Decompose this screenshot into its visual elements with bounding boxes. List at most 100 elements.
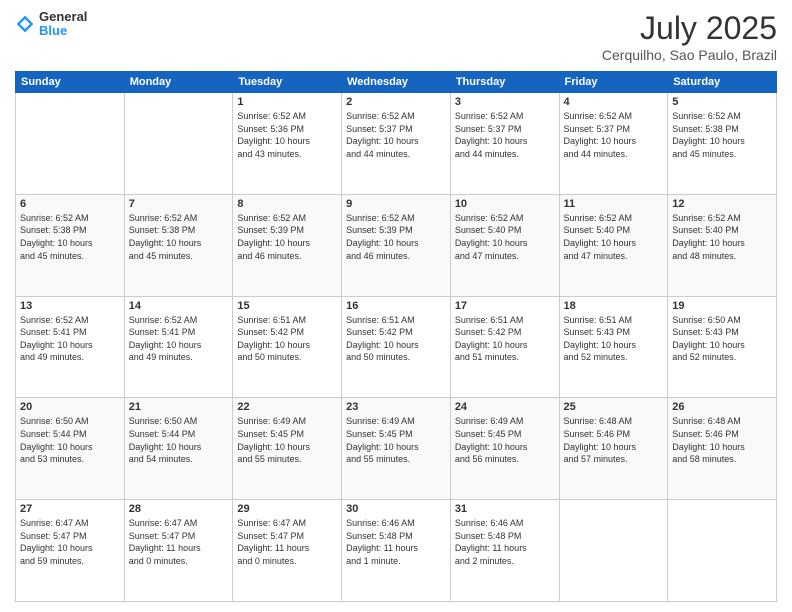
day-info: Sunrise: 6:52 AM Sunset: 5:41 PM Dayligh…	[20, 314, 120, 364]
calendar-cell: 24 Sunrise: 6:49 AM Sunset: 5:45 PM Dayli…	[450, 398, 559, 500]
day-info: Sunrise: 6:48 AM Sunset: 5:46 PM Dayligh…	[672, 415, 772, 465]
calendar-day-header: Thursday	[450, 72, 559, 93]
logo-icon	[15, 14, 35, 34]
calendar-week-row: 27 Sunrise: 6:47 AM Sunset: 5:47 PM Dayli…	[16, 500, 777, 602]
day-number: 9	[346, 198, 446, 210]
title-block: July 2025 Cerquilho, Sao Paulo, Brazil	[602, 10, 777, 63]
day-info: Sunrise: 6:51 AM Sunset: 5:42 PM Dayligh…	[237, 314, 337, 364]
calendar-cell: 23 Sunrise: 6:49 AM Sunset: 5:45 PM Dayli…	[342, 398, 451, 500]
calendar-cell	[16, 93, 125, 195]
day-number: 29	[237, 503, 337, 515]
day-number: 11	[564, 198, 664, 210]
calendar-cell: 14 Sunrise: 6:52 AM Sunset: 5:41 PM Dayli…	[124, 296, 233, 398]
calendar-day-header: Friday	[559, 72, 668, 93]
day-info: Sunrise: 6:51 AM Sunset: 5:42 PM Dayligh…	[455, 314, 555, 364]
day-number: 24	[455, 401, 555, 413]
calendar-cell: 3 Sunrise: 6:52 AM Sunset: 5:37 PM Daylig…	[450, 93, 559, 195]
logo: General Blue	[15, 10, 87, 39]
day-info: Sunrise: 6:48 AM Sunset: 5:46 PM Dayligh…	[564, 415, 664, 465]
day-number: 21	[129, 401, 229, 413]
day-info: Sunrise: 6:52 AM Sunset: 5:37 PM Dayligh…	[346, 110, 446, 160]
day-info: Sunrise: 6:46 AM Sunset: 5:48 PM Dayligh…	[346, 517, 446, 567]
logo-line2: Blue	[39, 24, 87, 38]
calendar-day-header: Saturday	[668, 72, 777, 93]
logo-text: General Blue	[39, 10, 87, 39]
day-number: 27	[20, 503, 120, 515]
calendar-cell: 21Sunrise: 6:50 AM Sunset: 5:44 PM Dayli…	[124, 398, 233, 500]
calendar-day-header: Sunday	[16, 72, 125, 93]
location: Cerquilho, Sao Paulo, Brazil	[602, 47, 777, 63]
day-info: Sunrise: 6:50 AM Sunset: 5:43 PM Dayligh…	[672, 314, 772, 364]
day-info: Sunrise: 6:52 AM Sunset: 5:36 PM Dayligh…	[237, 110, 337, 160]
month-title: July 2025	[602, 10, 777, 47]
calendar-cell: 30 Sunrise: 6:46 AM Sunset: 5:48 PM Dayli…	[342, 500, 451, 602]
day-number: 16	[346, 300, 446, 312]
calendar-cell: 28 Sunrise: 6:47 AM Sunset: 5:47 PM Dayli…	[124, 500, 233, 602]
day-info: Sunrise: 6:49 AM Sunset: 5:45 PM Dayligh…	[346, 415, 446, 465]
day-number: 22	[237, 401, 337, 413]
calendar-cell: 9 Sunrise: 6:52 AM Sunset: 5:39 PM Daylig…	[342, 194, 451, 296]
calendar-cell: 29 Sunrise: 6:47 AM Sunset: 5:47 PM Dayli…	[233, 500, 342, 602]
day-number: 23	[346, 401, 446, 413]
calendar-header-row: SundayMondayTuesdayWednesdayThursdayFrid…	[16, 72, 777, 93]
calendar-cell: 10 Sunrise: 6:52 AM Sunset: 5:40 PM Dayli…	[450, 194, 559, 296]
calendar-cell: 8 Sunrise: 6:52 AM Sunset: 5:39 PM Daylig…	[233, 194, 342, 296]
day-number: 14	[129, 300, 229, 312]
day-info: Sunrise: 6:51 AM Sunset: 5:42 PM Dayligh…	[346, 314, 446, 364]
day-number: 5	[672, 96, 772, 108]
calendar-cell: 22 Sunrise: 6:49 AM Sunset: 5:45 PM Dayli…	[233, 398, 342, 500]
calendar-cell	[668, 500, 777, 602]
day-info: Sunrise: 6:51 AM Sunset: 5:43 PM Dayligh…	[564, 314, 664, 364]
page: General Blue July 2025 Cerquilho, Sao Pa…	[0, 0, 792, 612]
day-number: 15	[237, 300, 337, 312]
calendar-week-row: 1Sunrise: 6:52 AM Sunset: 5:36 PM Daylig…	[16, 93, 777, 195]
calendar-cell: 26 Sunrise: 6:48 AM Sunset: 5:46 PM Dayli…	[668, 398, 777, 500]
logo-line1: General	[39, 10, 87, 24]
day-info: Sunrise: 6:52 AM Sunset: 5:38 PM Dayligh…	[20, 212, 120, 262]
header: General Blue July 2025 Cerquilho, Sao Pa…	[15, 10, 777, 63]
calendar-cell: 31Sunrise: 6:46 AM Sunset: 5:48 PM Dayli…	[450, 500, 559, 602]
day-number: 2	[346, 96, 446, 108]
calendar-cell: 27 Sunrise: 6:47 AM Sunset: 5:47 PM Dayli…	[16, 500, 125, 602]
calendar-cell: 17Sunrise: 6:51 AM Sunset: 5:42 PM Dayli…	[450, 296, 559, 398]
day-number: 28	[129, 503, 229, 515]
calendar-cell: 12Sunrise: 6:52 AM Sunset: 5:40 PM Dayli…	[668, 194, 777, 296]
day-info: Sunrise: 6:52 AM Sunset: 5:39 PM Dayligh…	[237, 212, 337, 262]
calendar-cell: 7 Sunrise: 6:52 AM Sunset: 5:38 PM Daylig…	[124, 194, 233, 296]
day-info: Sunrise: 6:52 AM Sunset: 5:38 PM Dayligh…	[129, 212, 229, 262]
calendar-cell: 11 Sunrise: 6:52 AM Sunset: 5:40 PM Dayli…	[559, 194, 668, 296]
day-info: Sunrise: 6:52 AM Sunset: 5:37 PM Dayligh…	[455, 110, 555, 160]
day-info: Sunrise: 6:49 AM Sunset: 5:45 PM Dayligh…	[237, 415, 337, 465]
day-info: Sunrise: 6:47 AM Sunset: 5:47 PM Dayligh…	[237, 517, 337, 567]
day-number: 10	[455, 198, 555, 210]
calendar-cell: 1Sunrise: 6:52 AM Sunset: 5:36 PM Daylig…	[233, 93, 342, 195]
day-number: 30	[346, 503, 446, 515]
calendar-cell: 16 Sunrise: 6:51 AM Sunset: 5:42 PM Dayli…	[342, 296, 451, 398]
day-number: 8	[237, 198, 337, 210]
day-number: 18	[564, 300, 664, 312]
day-info: Sunrise: 6:52 AM Sunset: 5:40 PM Dayligh…	[564, 212, 664, 262]
day-number: 19	[672, 300, 772, 312]
day-number: 4	[564, 96, 664, 108]
calendar-cell: 20Sunrise: 6:50 AM Sunset: 5:44 PM Dayli…	[16, 398, 125, 500]
day-info: Sunrise: 6:47 AM Sunset: 5:47 PM Dayligh…	[20, 517, 120, 567]
calendar-cell: 13 Sunrise: 6:52 AM Sunset: 5:41 PM Dayli…	[16, 296, 125, 398]
day-number: 12	[672, 198, 772, 210]
day-info: Sunrise: 6:52 AM Sunset: 5:37 PM Dayligh…	[564, 110, 664, 160]
calendar-cell: 4 Sunrise: 6:52 AM Sunset: 5:37 PM Daylig…	[559, 93, 668, 195]
day-number: 3	[455, 96, 555, 108]
calendar-cell: 6Sunrise: 6:52 AM Sunset: 5:38 PM Daylig…	[16, 194, 125, 296]
day-info: Sunrise: 6:52 AM Sunset: 5:38 PM Dayligh…	[672, 110, 772, 160]
day-info: Sunrise: 6:52 AM Sunset: 5:41 PM Dayligh…	[129, 314, 229, 364]
day-info: Sunrise: 6:47 AM Sunset: 5:47 PM Dayligh…	[129, 517, 229, 567]
day-number: 31	[455, 503, 555, 515]
day-info: Sunrise: 6:49 AM Sunset: 5:45 PM Dayligh…	[455, 415, 555, 465]
day-info: Sunrise: 6:52 AM Sunset: 5:40 PM Dayligh…	[455, 212, 555, 262]
calendar-cell: 19 Sunrise: 6:50 AM Sunset: 5:43 PM Dayli…	[668, 296, 777, 398]
day-number: 7	[129, 198, 229, 210]
day-info: Sunrise: 6:52 AM Sunset: 5:39 PM Dayligh…	[346, 212, 446, 262]
calendar-cell: 15 Sunrise: 6:51 AM Sunset: 5:42 PM Dayli…	[233, 296, 342, 398]
calendar-week-row: 20Sunrise: 6:50 AM Sunset: 5:44 PM Dayli…	[16, 398, 777, 500]
day-number: 13	[20, 300, 120, 312]
day-number: 26	[672, 401, 772, 413]
